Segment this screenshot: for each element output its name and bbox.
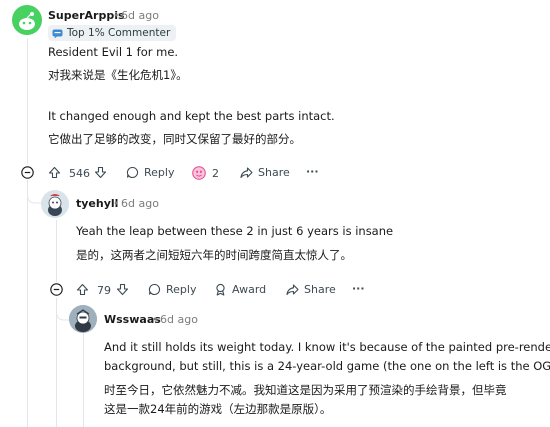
heart-eyes-award-icon [192,166,206,180]
separator-dot: • [113,9,120,22]
share-arrow-icon [240,167,253,179]
share-button[interactable]: Share [240,166,290,179]
award-ribbon-icon [216,283,225,296]
share-arrow-icon [286,284,299,296]
thread-line-root-lower [27,180,28,427]
share-button[interactable]: Share [286,283,336,296]
user-avatar-icon [48,194,62,216]
top-commenter-badge: Top 1% Commenter [48,25,177,41]
comment-age[interactable]: 6d ago [121,9,159,22]
more-options-button[interactable]: ··· [352,282,365,295]
avatar[interactable] [12,5,42,35]
avatar[interactable] [41,190,69,218]
comment-text-line: 这是一款24年前的游戏（左边那款是原版）。 [104,402,332,416]
snoo-avatar-icon [19,12,35,30]
award-label: Award [232,283,267,296]
badge-label: Top 1% Commenter [67,27,171,39]
comment-text-line: Resident Evil 1 for me. [48,45,179,59]
downvote-button[interactable] [116,283,129,296]
comment-text-line: And it still holds its weight today. I k… [104,340,550,354]
award-count: 2 [212,166,219,180]
reply-button[interactable]: Reply [148,283,196,296]
reply-label: Reply [144,166,175,179]
collapse-thread-icon[interactable] [50,283,63,296]
downvote-arrow-icon [116,283,129,296]
comment-text-line: It changed enough and kept the best part… [48,109,335,123]
commenter-badge-icon [52,29,63,38]
thread-line-child [56,220,57,282]
share-label: Share [258,166,290,179]
comment-text-line: 它做出了足够的改变，同时又保留了最好的部分。 [48,132,301,146]
upvote-button[interactable] [48,166,61,179]
share-label: Share [304,283,336,296]
collapse-thread-icon[interactable] [21,166,34,179]
reply-label: Reply [166,283,197,296]
elbow-connector [56,300,70,321]
downvote-button[interactable] [94,166,107,179]
reply-button[interactable]: Reply [126,166,174,179]
comment-text-line: Yeah the leap between these 2 in just 6 … [76,224,394,238]
separator-dot: • [152,313,159,326]
comment-age[interactable]: 6d ago [121,197,159,210]
award-button[interactable]: Award [214,283,266,296]
avatar[interactable] [69,305,97,333]
comment-text-line: 是的，这两者之间短短六年的时间跨度简直太惊人了。 [76,248,352,262]
comment-age[interactable]: 6d ago [160,313,198,326]
vote-count: 546 [69,167,90,180]
comment-text-line: 对我来说是《生化危机1》。 [48,68,188,82]
downvote-arrow-icon [94,166,107,179]
vote-count: 79 [97,284,111,297]
reply-bubble-icon [148,283,161,295]
more-options-button[interactable]: ··· [306,165,319,178]
upvote-arrow-icon [76,283,89,296]
user-avatar-icon [69,305,97,333]
comment-text-line: background, but still, this is a 24-year… [104,359,550,373]
upvote-button[interactable] [76,283,89,296]
reply-bubble-icon [126,166,139,178]
thread-line-grandchild [83,332,84,427]
elbow-connector [27,183,41,204]
upvote-arrow-icon [48,166,61,179]
thread-line-root [27,38,28,164]
separator-dot: • [113,197,120,210]
award-button[interactable]: 2 [191,166,219,180]
comment-text-line: 时至今日，它依然魅力不减。我知道这是因为采用了预渲染的手绘背景，但毕竟 [104,383,507,397]
